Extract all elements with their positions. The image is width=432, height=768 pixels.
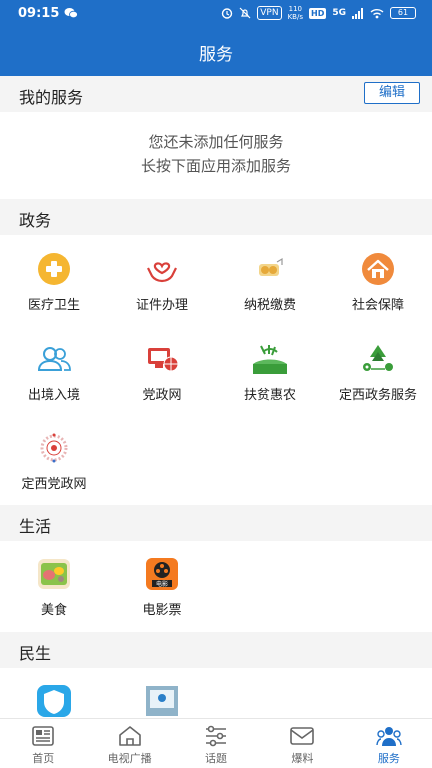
- service-certificates[interactable]: 证件办理: [108, 252, 216, 313]
- page-title: 服务: [199, 45, 233, 65]
- wifi-icon: [370, 8, 384, 18]
- service-party-gov-net[interactable]: 党政网: [108, 342, 216, 403]
- section-title: 我的服务: [19, 88, 84, 107]
- top-bar: 09:15 VPN 110 KB/s HD 5G 61 服务: [0, 0, 432, 76]
- nav-services[interactable]: 服务: [346, 719, 432, 768]
- status-time: 09:15: [18, 6, 60, 21]
- farm-logo-icon: [253, 345, 287, 374]
- sliders-icon: [206, 725, 227, 747]
- food-icon: [38, 559, 70, 589]
- film-ticket-icon: 电影: [146, 558, 178, 590]
- dingxi-gov-logo-icon: [363, 345, 393, 371]
- vpn-badge: VPN: [257, 6, 282, 20]
- edit-button[interactable]: 编辑: [364, 82, 420, 104]
- home-tv-icon: [118, 726, 141, 746]
- people-section-header: 民生: [0, 632, 432, 668]
- svg-text:电影: 电影: [156, 580, 168, 588]
- service-dingxi-party-net[interactable]: 定西党政网: [0, 431, 108, 492]
- status-icons: VPN 110 KB/s HD 5G 61: [221, 5, 416, 21]
- service-social-security[interactable]: 社会保障: [324, 252, 432, 313]
- people-service-icon: [376, 727, 402, 746]
- medical-cross-icon: [38, 253, 70, 285]
- service-immigration[interactable]: 出境入境: [0, 342, 108, 403]
- section-title: 政务: [19, 211, 52, 230]
- service-dingxi-gov[interactable]: 定西政务服务: [324, 342, 432, 403]
- my-services-header: 我的服务 编辑: [0, 76, 432, 112]
- nav-home[interactable]: 首页: [0, 719, 86, 768]
- hd-badge: HD: [309, 7, 327, 19]
- life-section-header: 生活: [0, 505, 432, 541]
- hands-heart-icon: [147, 262, 177, 283]
- service-poverty-relief[interactable]: 扶贫惠农: [216, 342, 324, 403]
- gov-section-header: 政务: [0, 199, 432, 235]
- bottom-nav: 首页 电视广播 话题 爆料 服务: [0, 718, 432, 768]
- network-label: 5G: [332, 8, 346, 18]
- service-travel[interactable]: [0, 684, 108, 718]
- tax-coins-icon: [259, 257, 283, 276]
- mail-icon: [290, 727, 315, 745]
- section-title: 生活: [19, 517, 52, 536]
- alarm-icon: [222, 8, 233, 19]
- travel-shield-icon: [37, 685, 71, 717]
- service-food[interactable]: 美食: [0, 557, 108, 618]
- nav-tv-radio[interactable]: 电视广播: [86, 719, 172, 768]
- monitor-globe-icon: [148, 348, 179, 372]
- empty-services-message: 您还未添加任何服务 长按下面应用添加服务: [140, 133, 291, 175]
- service-medical[interactable]: 医疗卫生: [0, 252, 108, 313]
- people-icon: [37, 347, 71, 371]
- service-movie-ticket[interactable]: 电影 电影票: [108, 557, 216, 618]
- house-icon: [362, 253, 394, 285]
- service-screen-app[interactable]: [108, 684, 216, 718]
- nav-report[interactable]: 爆料: [259, 719, 345, 768]
- mute-bell-icon: [239, 7, 251, 19]
- wechat-icon: [64, 8, 78, 19]
- signal-icon: [352, 7, 363, 19]
- party-emblem-icon: [40, 433, 68, 463]
- battery-icon: 61: [390, 7, 416, 19]
- net-speed: 110 KB/s: [287, 5, 303, 21]
- news-icon: [32, 726, 55, 746]
- section-title: 民生: [19, 644, 52, 663]
- service-tax[interactable]: 纳税缴费: [216, 252, 324, 313]
- nav-topics[interactable]: 话题: [173, 719, 259, 768]
- status-bar: 09:15 VPN 110 KB/s HD 5G 61: [0, 0, 432, 28]
- screen-app-icon: [146, 686, 178, 716]
